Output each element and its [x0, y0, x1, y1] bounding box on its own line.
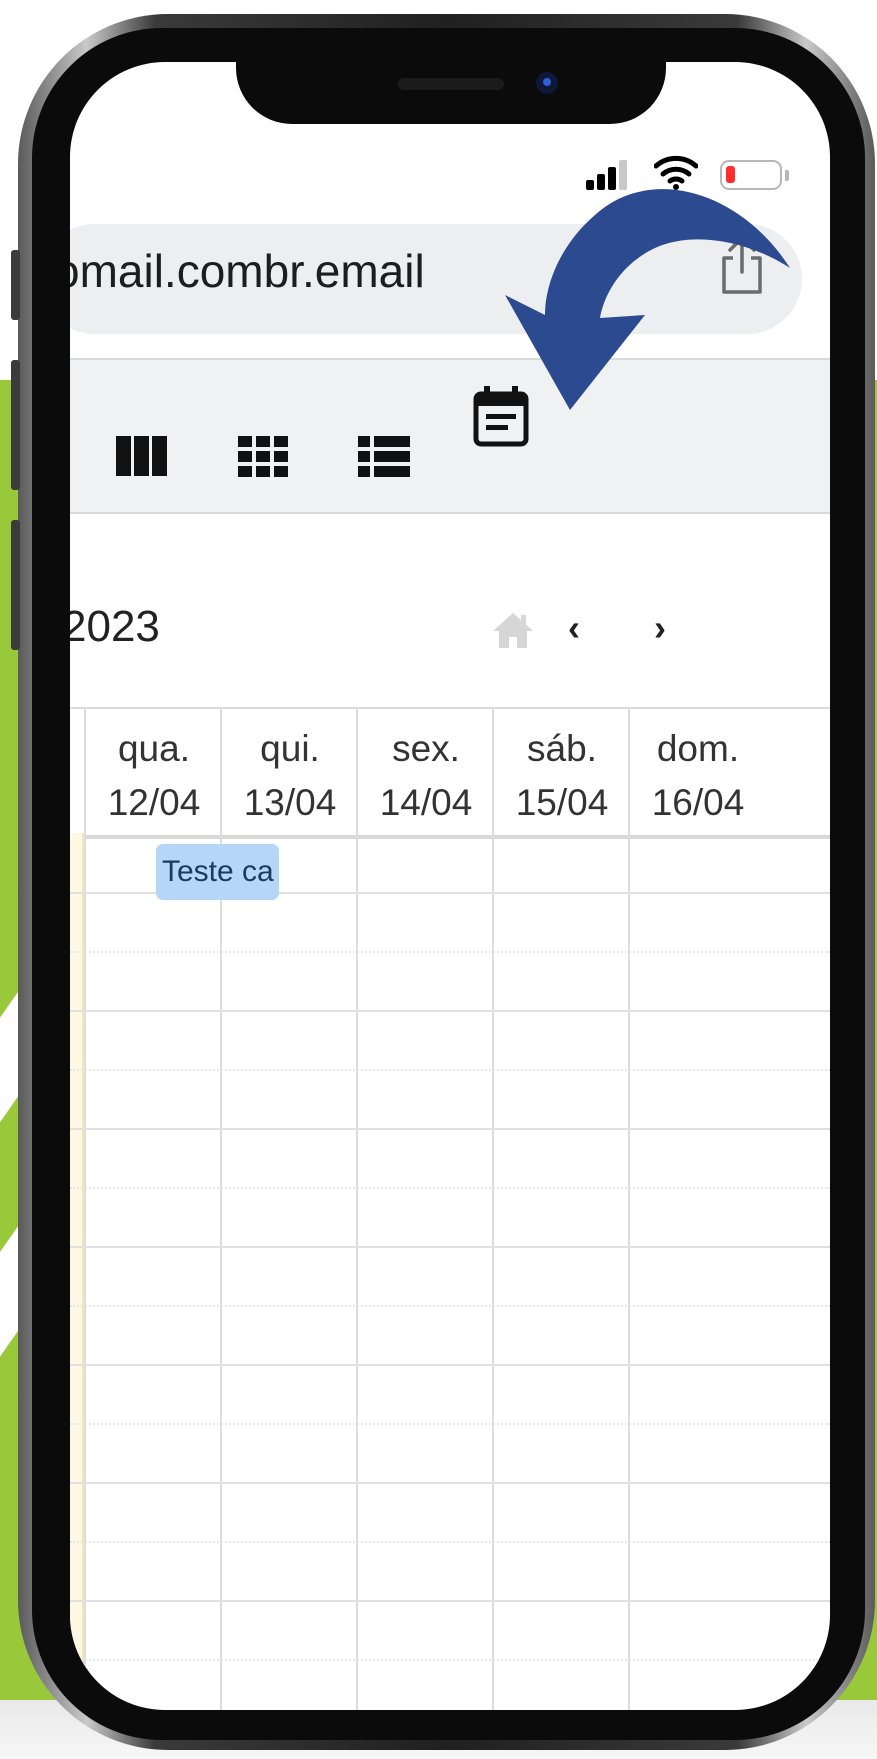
- calendar-event[interactable]: Teste ca: [156, 844, 279, 900]
- day-header[interactable]: dom. 16/04: [630, 722, 766, 830]
- day-header[interactable]: qua. 12/04: [86, 722, 222, 830]
- grid-half-hour-line: [70, 1541, 830, 1543]
- grid-column-line: [492, 707, 494, 1710]
- grid-half-hour-line: [70, 1423, 830, 1425]
- grid-column-line: [356, 707, 358, 1710]
- day-weekday: qui.: [260, 728, 320, 769]
- day-weekday: sáb.: [527, 728, 597, 769]
- day-header[interactable]: sex. 14/04: [358, 722, 494, 830]
- battery-tip: [785, 170, 789, 181]
- day-date: 14/04: [379, 782, 473, 823]
- grid-hour-line: [70, 1364, 830, 1366]
- grid-column-line: [628, 707, 630, 1710]
- list-view-icon[interactable]: [356, 432, 412, 482]
- day-date: 16/04: [651, 782, 745, 823]
- url-text[interactable]: omail.combr.email: [70, 244, 425, 298]
- month-grid-icon[interactable]: [236, 432, 290, 482]
- battery-icon: [720, 160, 782, 190]
- phone-side-button: [11, 520, 20, 650]
- front-camera: [536, 72, 558, 94]
- grid-column-line: [84, 707, 86, 1710]
- grid-half-hour-line: [70, 1659, 830, 1661]
- wifi-icon: [654, 155, 698, 190]
- grid-hour-line: [70, 1600, 830, 1602]
- phone-screen: omail.combr.email 2023 ‹ › qua. 12/04 qu…: [70, 62, 830, 1710]
- phone-side-button: [11, 250, 20, 320]
- agenda-calendar-icon[interactable]: [472, 384, 530, 448]
- day-date: 15/04: [515, 782, 609, 823]
- day-date: 13/04: [243, 782, 337, 823]
- grid-hour-line: [70, 1010, 830, 1012]
- grid-half-hour-line: [70, 951, 830, 953]
- prev-week-button[interactable]: ‹: [568, 610, 580, 646]
- phone-side-button: [11, 360, 20, 490]
- grid-half-hour-line: [70, 1069, 830, 1071]
- grid-half-hour-line: [70, 1187, 830, 1189]
- day-weekday: qua.: [117, 728, 190, 769]
- day-header[interactable]: sáb. 15/04: [494, 722, 630, 830]
- today-column: [70, 833, 82, 1710]
- phone-notch: [236, 62, 666, 124]
- calendar-title: 2023: [70, 602, 160, 651]
- day-weekday: sex.: [392, 728, 460, 769]
- week-columns-icon[interactable]: [114, 432, 170, 480]
- share-icon[interactable]: [718, 234, 766, 296]
- day-weekday: dom.: [656, 728, 740, 769]
- home-icon[interactable]: [490, 610, 536, 650]
- day-date: 12/04: [107, 782, 201, 823]
- cellular-signal-icon: [586, 160, 636, 190]
- next-week-button[interactable]: ›: [654, 610, 666, 646]
- grid-hour-line: [70, 1246, 830, 1248]
- view-toolbar: [70, 358, 830, 514]
- day-header[interactable]: qui. 13/04: [222, 722, 358, 830]
- speaker-grille: [398, 78, 504, 90]
- grid-half-hour-line: [70, 1305, 830, 1307]
- grid-hour-line: [70, 1128, 830, 1130]
- grid-hour-line: [70, 1482, 830, 1484]
